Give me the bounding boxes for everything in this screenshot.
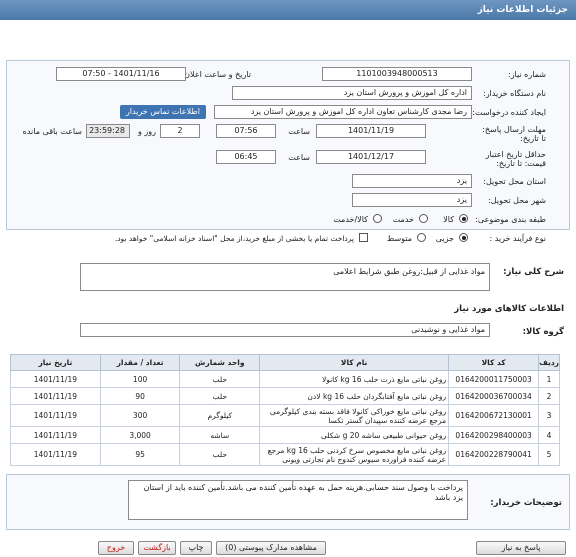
cell-qty: 3,000 <box>99 426 181 444</box>
category-both-label: کالا/خدمت <box>333 215 368 224</box>
validity-time-label: ساعت <box>288 153 310 162</box>
reply-deadline-label: مهلت ارسال پاسخ: تا تاریخ: <box>482 125 546 143</box>
cell-code: 0164200672130001 <box>448 404 540 427</box>
cell-unit: کیلوگرم <box>179 404 261 427</box>
days-label: روز و <box>138 127 156 136</box>
validity-time-field: 06:45 <box>216 150 276 164</box>
validity-date-field: 1401/12/17 <box>316 150 426 164</box>
cell-date: 1401/11/19 <box>10 426 101 444</box>
cell-code: 0164200228790041 <box>448 443 540 466</box>
cell-qty: 95 <box>99 443 181 466</box>
cell-row: 1 <box>538 370 560 388</box>
table-row: 1 0164200011750003 روغن نباتی مایع ذرت ح… <box>10 370 560 388</box>
cell-qty: 100 <box>99 370 181 388</box>
requester-field: رضا مجدی کارشناس تعاون اداره کل اموزش و … <box>214 105 472 119</box>
price-validity-label: حداقل تاریخ اعتبار قیمت: تا تاریخ: <box>485 150 546 168</box>
process-minor-radio[interactable] <box>459 233 468 242</box>
buyer-org-label: نام دستگاه خریدار: <box>483 89 546 98</box>
table-row: 4 0164200298400003 روغن حیوانی طبیعی ساش… <box>10 426 560 444</box>
summary-label: شرح کلی نیاز: <box>503 267 564 277</box>
cell-date: 1401/11/19 <box>10 370 101 388</box>
process-medium-label: متوسط <box>386 234 412 243</box>
col-row: ردیف <box>538 354 560 371</box>
goods-table: ردیف کد کالا نام کالا واحد شمارش تعداد /… <box>10 354 560 466</box>
buyer-notes-label: توضیحات خریدار: <box>490 498 562 508</box>
reply-time-label: ساعت <box>288 127 310 136</box>
process-label: نوع فرآیند خرید : <box>489 234 546 243</box>
category-label: طبقه بندی موضوعی: <box>475 215 546 224</box>
col-qty: تعداد / مقدار <box>99 354 181 371</box>
cell-row: 3 <box>538 404 560 427</box>
delivery-city-field: یزد <box>352 193 472 207</box>
page-title: جزئیات اطلاعات نیاز <box>477 5 568 15</box>
cell-qty: 90 <box>99 387 181 405</box>
cell-row: 5 <box>538 443 560 466</box>
delivery-city-label: شهر محل تحویل: <box>488 196 546 205</box>
category-service-label: خدمت <box>392 215 414 224</box>
cell-date: 1401/11/19 <box>10 404 101 427</box>
cell-code: 0164200011750003 <box>448 370 540 388</box>
goods-group-field: مواد غذایی و نوشیدنی <box>80 323 490 337</box>
cell-code: 0164200298400003 <box>448 426 540 444</box>
cell-name: روغن نباتی مایع خوراکی کانولا فاقد بسته … <box>259 404 450 427</box>
cell-unit: حلب <box>179 387 261 405</box>
table-row: 2 0164200036700034 روغن نباتی مایع آفتاب… <box>10 387 560 405</box>
reply-button[interactable]: پاسخ به نیاز <box>476 541 566 555</box>
process-minor-label: جزیی <box>435 234 454 243</box>
delivery-province-field: یزد <box>352 174 472 188</box>
goods-group-label: گروه کالا: <box>522 327 564 337</box>
cell-qty: 300 <box>99 404 181 427</box>
remaining-time-field: 23:59:28 <box>86 124 130 138</box>
cell-row: 4 <box>538 426 560 444</box>
announce-datetime-field: 1401/11/16 - 07:50 <box>56 67 186 81</box>
print-button[interactable]: چاپ <box>180 541 212 555</box>
reply-date-field: 1401/11/19 <box>316 124 426 138</box>
category-goods-radio[interactable] <box>459 214 468 223</box>
category-both-radio[interactable] <box>373 214 382 223</box>
cell-name: روغن نباتی مایع مخصوص سرخ کردنی حلب 16 k… <box>259 443 450 466</box>
buyer-notes-field: پرداخت با وصول سند حسابی.هزینه حمل به عه… <box>128 480 468 520</box>
cell-date: 1401/11/19 <box>10 443 101 466</box>
col-name: نام کالا <box>259 354 450 371</box>
remaining-label: ساعت باقی مانده <box>22 127 82 136</box>
remaining-days-field: 2 <box>160 124 200 138</box>
buyer-contact-link[interactable]: اطلاعات تماس خریدار <box>119 105 206 119</box>
col-unit: واحد شمارش <box>179 354 261 371</box>
buyer-org-field: اداره کل اموزش و پرورش استان یزد <box>232 86 472 100</box>
cell-unit: ساشه <box>179 426 261 444</box>
category-service-radio[interactable] <box>419 214 428 223</box>
cell-date: 1401/11/19 <box>10 387 101 405</box>
cell-row: 2 <box>538 387 560 405</box>
cell-unit: حلب <box>179 370 261 388</box>
cell-unit: حلب <box>179 443 261 466</box>
exit-button[interactable]: خروج <box>98 541 134 555</box>
summary-field: مواد غذایی از قبیل:روغن طبق شرایط اعلامی <box>80 263 490 291</box>
cell-name: روغن نباتی مایع آفتابگردان حلب 16 kg لاد… <box>259 387 450 405</box>
process-medium-radio[interactable] <box>417 233 426 242</box>
need-number-field: 1101003948000513 <box>322 67 472 81</box>
category-goods-label: کالا <box>443 215 454 224</box>
cell-name: روغن نباتی مایع ذرت حلب 16 kg کانولا <box>259 370 450 388</box>
cell-name: روغن حیوانی طبیعی ساشه 20 g شکلی <box>259 426 450 444</box>
col-date: تاریخ نیاز <box>10 354 101 371</box>
col-code: کد کالا <box>448 354 540 371</box>
goods-section-title: اطلاعات کالاهای مورد نیاز <box>454 304 564 314</box>
page-header: جزئیات اطلاعات نیاز <box>0 0 576 20</box>
table-row: 5 0164200228790041 روغن نباتی مایع مخصوص… <box>10 443 560 466</box>
reply-time-field: 07:56 <box>216 124 276 138</box>
delivery-province-label: استان محل تحویل: <box>483 177 546 186</box>
treasury-payment-checkbox[interactable] <box>359 233 368 242</box>
table-row: 3 0164200672130001 روغن نباتی مایع خوراک… <box>10 404 560 427</box>
requester-label: ایجاد کننده درخواست: <box>472 108 546 117</box>
cell-code: 0164200036700034 <box>448 387 540 405</box>
back-button[interactable]: بازگشت <box>138 541 176 555</box>
need-number-label: شماره نیاز: <box>508 70 546 79</box>
treasury-payment-note: پرداخت تمام یا بخشی از مبلغ خرید،از محل … <box>114 234 354 243</box>
attachments-button[interactable]: مشاهده مدارک پیوستی (0) <box>216 541 326 555</box>
table-header-row: ردیف کد کالا نام کالا واحد شمارش تعداد /… <box>10 354 560 371</box>
